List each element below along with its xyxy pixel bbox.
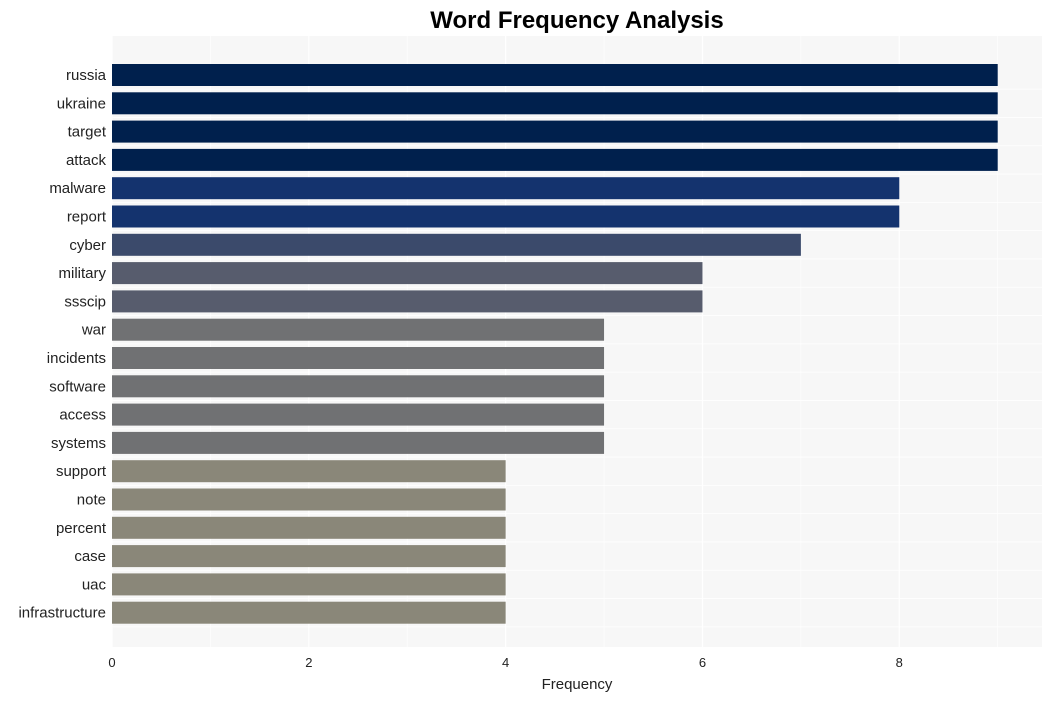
y-tick-label-access: access xyxy=(59,407,106,424)
bar-percent xyxy=(112,516,506,539)
x-tick-label: 8 xyxy=(896,655,903,670)
bar-infrastructure xyxy=(112,601,506,624)
y-tick-label-percent: percent xyxy=(56,520,107,537)
x-tick-label: 2 xyxy=(305,655,312,670)
bar-case xyxy=(112,545,506,568)
bar-ssscip xyxy=(112,290,703,313)
y-tick-label-ukraine: ukraine xyxy=(57,95,106,112)
x-tick-label: 6 xyxy=(699,655,706,670)
bar-note xyxy=(112,488,506,511)
bar-access xyxy=(112,403,605,426)
y-axis-labels: russia ukraine target attack malware report cy… xyxy=(18,67,106,622)
bar-target xyxy=(112,120,998,143)
y-tick-label-military: military xyxy=(59,265,107,282)
bar-systems xyxy=(112,431,605,454)
bar-support xyxy=(112,460,506,483)
y-tick-label-software: software xyxy=(49,378,106,395)
y-tick-label-report: report xyxy=(67,209,107,226)
bar-malware xyxy=(112,177,900,200)
y-tick-label-uac: uac xyxy=(82,576,107,593)
x-tick-label: 0 xyxy=(108,655,115,670)
chart-title: Word Frequency Analysis xyxy=(430,7,723,34)
x-tick-label: 4 xyxy=(502,655,509,670)
bar-russia xyxy=(112,64,998,86)
bar-report xyxy=(112,205,900,228)
bar-war xyxy=(112,318,605,341)
bar-military xyxy=(112,262,703,285)
bar-uac xyxy=(112,573,506,596)
y-tick-label-incidents: incidents xyxy=(47,350,106,367)
y-tick-label-russia: russia xyxy=(66,67,107,84)
y-tick-label-target: target xyxy=(68,124,107,141)
y-tick-label-war: war xyxy=(81,322,106,339)
y-tick-label-systems: systems xyxy=(51,435,106,452)
y-tick-label-support: support xyxy=(56,463,107,480)
bar-cyber xyxy=(112,233,801,256)
y-tick-label-attack: attack xyxy=(66,152,107,169)
bar-attack xyxy=(112,148,998,171)
y-tick-label-note: note xyxy=(77,492,106,509)
y-tick-label-infrastructure: infrastructure xyxy=(18,605,106,622)
y-tick-label-malware: malware xyxy=(49,180,106,197)
y-tick-label-cyber: cyber xyxy=(69,237,106,254)
y-tick-label-case: case xyxy=(74,548,106,565)
bar-incidents xyxy=(112,347,605,369)
y-tick-label-ssscip: ssscip xyxy=(64,293,106,310)
word-frequency-chart: russia ukraine target attack malware report cy… xyxy=(18,7,1042,693)
x-axis-ticks: 0 2 4 6 8 xyxy=(108,655,903,670)
x-axis-label: Frequency xyxy=(542,676,613,693)
bar-software xyxy=(112,375,605,398)
bar-ukraine xyxy=(112,92,998,115)
